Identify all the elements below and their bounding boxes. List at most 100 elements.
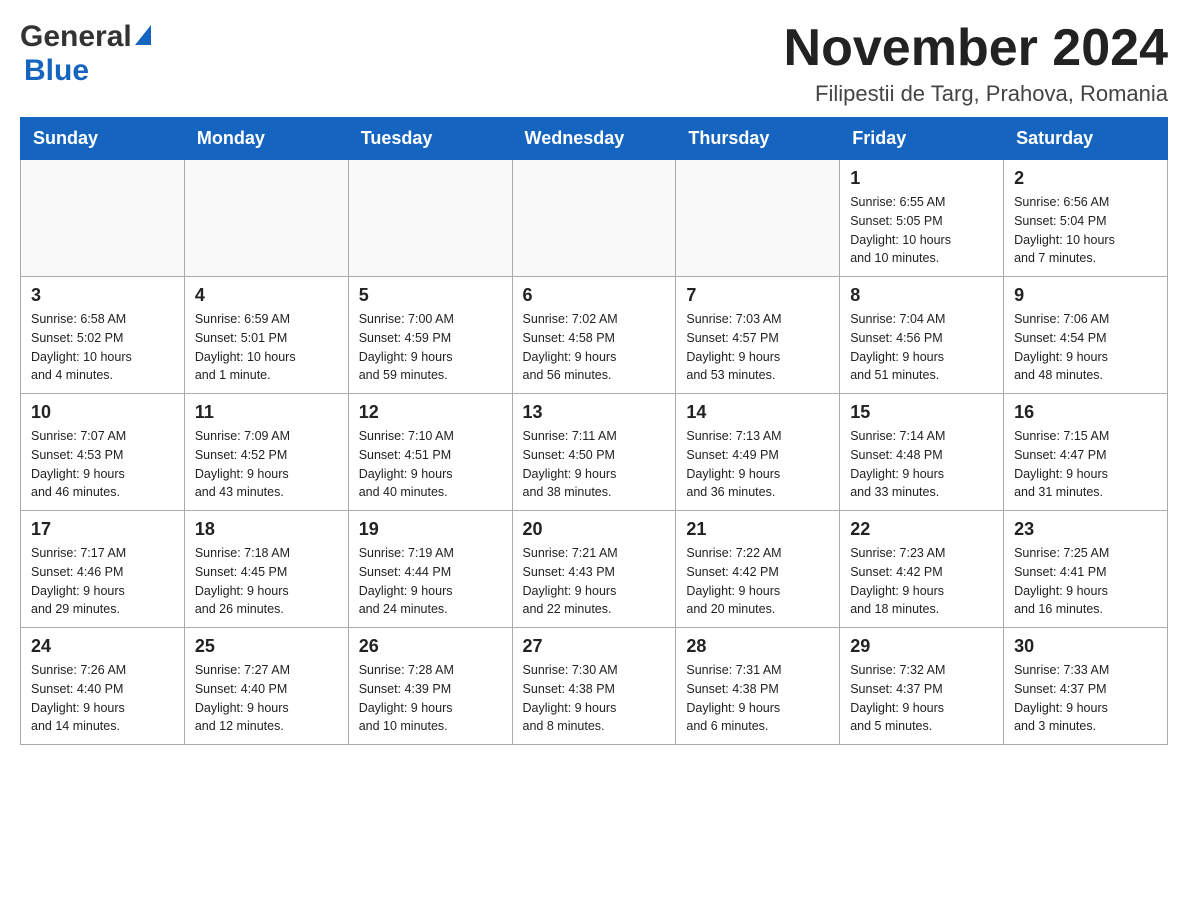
day-number: 7 xyxy=(686,285,829,306)
day-info: Sunrise: 7:02 AM Sunset: 4:58 PM Dayligh… xyxy=(523,310,666,385)
day-info: Sunrise: 7:32 AM Sunset: 4:37 PM Dayligh… xyxy=(850,661,993,736)
day-number: 2 xyxy=(1014,168,1157,189)
day-number: 17 xyxy=(31,519,174,540)
col-saturday: Saturday xyxy=(1004,118,1168,160)
calendar-cell: 19 Sunrise: 7:19 AM Sunset: 4:44 PM Dayli… xyxy=(348,511,512,628)
calendar-cell: 22 Sunrise: 7:23 AM Sunset: 4:42 PM Dayli… xyxy=(840,511,1004,628)
day-info: Sunrise: 7:07 AM Sunset: 4:53 PM Dayligh… xyxy=(31,427,174,502)
calendar-table: Sunday Monday Tuesday Wednesday Thursday… xyxy=(20,117,1168,745)
day-number: 12 xyxy=(359,402,502,423)
day-number: 24 xyxy=(31,636,174,657)
day-number: 29 xyxy=(850,636,993,657)
calendar-cell: 14 Sunrise: 7:13 AM Sunset: 4:49 PM Dayli… xyxy=(676,394,840,511)
calendar-cell: 13 Sunrise: 7:11 AM Sunset: 4:50 PM Dayli… xyxy=(512,394,676,511)
page-title: November 2024 xyxy=(784,20,1168,77)
calendar-cell: 20Sunrise: 7:21 AM Sunset: 4:43 PM Dayli… xyxy=(512,511,676,628)
day-info: Sunrise: 6:55 AM Sunset: 5:05 PM Dayligh… xyxy=(850,193,993,268)
day-info: Sunrise: 7:14 AM Sunset: 4:48 PM Dayligh… xyxy=(850,427,993,502)
calendar-week-5: 24 Sunrise: 7:26 AM Sunset: 4:40 PM Dayli… xyxy=(21,628,1168,745)
day-number: 5 xyxy=(359,285,502,306)
day-number: 1 xyxy=(850,168,993,189)
calendar-cell: 26 Sunrise: 7:28 AM Sunset: 4:39 PM Dayli… xyxy=(348,628,512,745)
day-number: 13 xyxy=(523,402,666,423)
day-info: Sunrise: 6:56 AM Sunset: 5:04 PM Dayligh… xyxy=(1014,193,1157,268)
day-info: Sunrise: 7:19 AM Sunset: 4:44 PM Dayligh… xyxy=(359,544,502,619)
calendar-cell: 3 Sunrise: 6:58 AM Sunset: 5:02 PM Daylig… xyxy=(21,277,185,394)
calendar-cell: 27Sunrise: 7:30 AM Sunset: 4:38 PM Dayli… xyxy=(512,628,676,745)
day-number: 21 xyxy=(686,519,829,540)
day-number: 8 xyxy=(850,285,993,306)
logo: General Blue xyxy=(20,20,151,88)
calendar-week-3: 10 Sunrise: 7:07 AM Sunset: 4:53 PM Dayli… xyxy=(21,394,1168,511)
col-wednesday: Wednesday xyxy=(512,118,676,160)
day-number: 3 xyxy=(31,285,174,306)
day-info: Sunrise: 7:13 AM Sunset: 4:49 PM Dayligh… xyxy=(686,427,829,502)
calendar-cell xyxy=(676,160,840,277)
col-thursday: Thursday xyxy=(676,118,840,160)
day-number: 15 xyxy=(850,402,993,423)
day-info: Sunrise: 7:15 AM Sunset: 4:47 PM Dayligh… xyxy=(1014,427,1157,502)
day-number: 22 xyxy=(850,519,993,540)
calendar-cell: 9 Sunrise: 7:06 AM Sunset: 4:54 PM Daylig… xyxy=(1004,277,1168,394)
calendar-cell: 11Sunrise: 7:09 AM Sunset: 4:52 PM Dayli… xyxy=(184,394,348,511)
day-number: 14 xyxy=(686,402,829,423)
calendar-header-row: Sunday Monday Tuesday Wednesday Thursday… xyxy=(21,118,1168,160)
day-info: Sunrise: 7:33 AM Sunset: 4:37 PM Dayligh… xyxy=(1014,661,1157,736)
calendar-cell: 30 Sunrise: 7:33 AM Sunset: 4:37 PM Dayli… xyxy=(1004,628,1168,745)
day-info: Sunrise: 7:28 AM Sunset: 4:39 PM Dayligh… xyxy=(359,661,502,736)
col-tuesday: Tuesday xyxy=(348,118,512,160)
calendar-cell: 15 Sunrise: 7:14 AM Sunset: 4:48 PM Dayli… xyxy=(840,394,1004,511)
col-friday: Friday xyxy=(840,118,1004,160)
day-number: 16 xyxy=(1014,402,1157,423)
calendar-cell: 21 Sunrise: 7:22 AM Sunset: 4:42 PM Dayli… xyxy=(676,511,840,628)
calendar-cell: 4 Sunrise: 6:59 AM Sunset: 5:01 PM Daylig… xyxy=(184,277,348,394)
calendar-week-4: 17Sunrise: 7:17 AM Sunset: 4:46 PM Dayli… xyxy=(21,511,1168,628)
logo-general: General xyxy=(20,20,132,54)
day-number: 4 xyxy=(195,285,338,306)
col-sunday: Sunday xyxy=(21,118,185,160)
day-number: 10 xyxy=(31,402,174,423)
day-info: Sunrise: 7:22 AM Sunset: 4:42 PM Dayligh… xyxy=(686,544,829,619)
calendar-cell xyxy=(184,160,348,277)
day-info: Sunrise: 6:59 AM Sunset: 5:01 PM Dayligh… xyxy=(195,310,338,385)
day-number: 30 xyxy=(1014,636,1157,657)
calendar-cell: 6 Sunrise: 7:02 AM Sunset: 4:58 PM Daylig… xyxy=(512,277,676,394)
calendar-cell: 17Sunrise: 7:17 AM Sunset: 4:46 PM Dayli… xyxy=(21,511,185,628)
day-info: Sunrise: 7:04 AM Sunset: 4:56 PM Dayligh… xyxy=(850,310,993,385)
calendar-cell: 18Sunrise: 7:18 AM Sunset: 4:45 PM Dayli… xyxy=(184,511,348,628)
day-info: Sunrise: 7:18 AM Sunset: 4:45 PM Dayligh… xyxy=(195,544,338,619)
day-number: 25 xyxy=(195,636,338,657)
day-number: 26 xyxy=(359,636,502,657)
day-number: 23 xyxy=(1014,519,1157,540)
calendar-cell: 24 Sunrise: 7:26 AM Sunset: 4:40 PM Dayli… xyxy=(21,628,185,745)
day-info: Sunrise: 7:21 AM Sunset: 4:43 PM Dayligh… xyxy=(523,544,666,619)
calendar-cell: 16 Sunrise: 7:15 AM Sunset: 4:47 PM Dayli… xyxy=(1004,394,1168,511)
day-info: Sunrise: 7:03 AM Sunset: 4:57 PM Dayligh… xyxy=(686,310,829,385)
day-number: 19 xyxy=(359,519,502,540)
calendar-cell: 28Sunrise: 7:31 AM Sunset: 4:38 PM Dayli… xyxy=(676,628,840,745)
day-info: Sunrise: 7:26 AM Sunset: 4:40 PM Dayligh… xyxy=(31,661,174,736)
day-number: 6 xyxy=(523,285,666,306)
calendar-cell: 7 Sunrise: 7:03 AM Sunset: 4:57 PM Daylig… xyxy=(676,277,840,394)
logo-arrow-icon xyxy=(135,25,151,45)
calendar-week-2: 3 Sunrise: 6:58 AM Sunset: 5:02 PM Daylig… xyxy=(21,277,1168,394)
day-info: Sunrise: 6:58 AM Sunset: 5:02 PM Dayligh… xyxy=(31,310,174,385)
calendar-cell xyxy=(348,160,512,277)
day-info: Sunrise: 7:23 AM Sunset: 4:42 PM Dayligh… xyxy=(850,544,993,619)
calendar-cell: 29 Sunrise: 7:32 AM Sunset: 4:37 PM Dayli… xyxy=(840,628,1004,745)
day-info: Sunrise: 7:06 AM Sunset: 4:54 PM Dayligh… xyxy=(1014,310,1157,385)
day-number: 28 xyxy=(686,636,829,657)
day-info: Sunrise: 7:25 AM Sunset: 4:41 PM Dayligh… xyxy=(1014,544,1157,619)
day-info: Sunrise: 7:11 AM Sunset: 4:50 PM Dayligh… xyxy=(523,427,666,502)
day-number: 11 xyxy=(195,402,338,423)
day-number: 9 xyxy=(1014,285,1157,306)
calendar-cell xyxy=(21,160,185,277)
calendar-cell: 23 Sunrise: 7:25 AM Sunset: 4:41 PM Dayli… xyxy=(1004,511,1168,628)
calendar-week-1: 1 Sunrise: 6:55 AM Sunset: 5:05 PM Daylig… xyxy=(21,160,1168,277)
title-section: November 2024 Filipestii de Targ, Prahov… xyxy=(784,20,1168,107)
calendar-cell: 5Sunrise: 7:00 AM Sunset: 4:59 PM Daylig… xyxy=(348,277,512,394)
calendar-cell: 1 Sunrise: 6:55 AM Sunset: 5:05 PM Daylig… xyxy=(840,160,1004,277)
calendar-cell: 2 Sunrise: 6:56 AM Sunset: 5:04 PM Daylig… xyxy=(1004,160,1168,277)
day-number: 27 xyxy=(523,636,666,657)
page-subtitle: Filipestii de Targ, Prahova, Romania xyxy=(784,81,1168,107)
